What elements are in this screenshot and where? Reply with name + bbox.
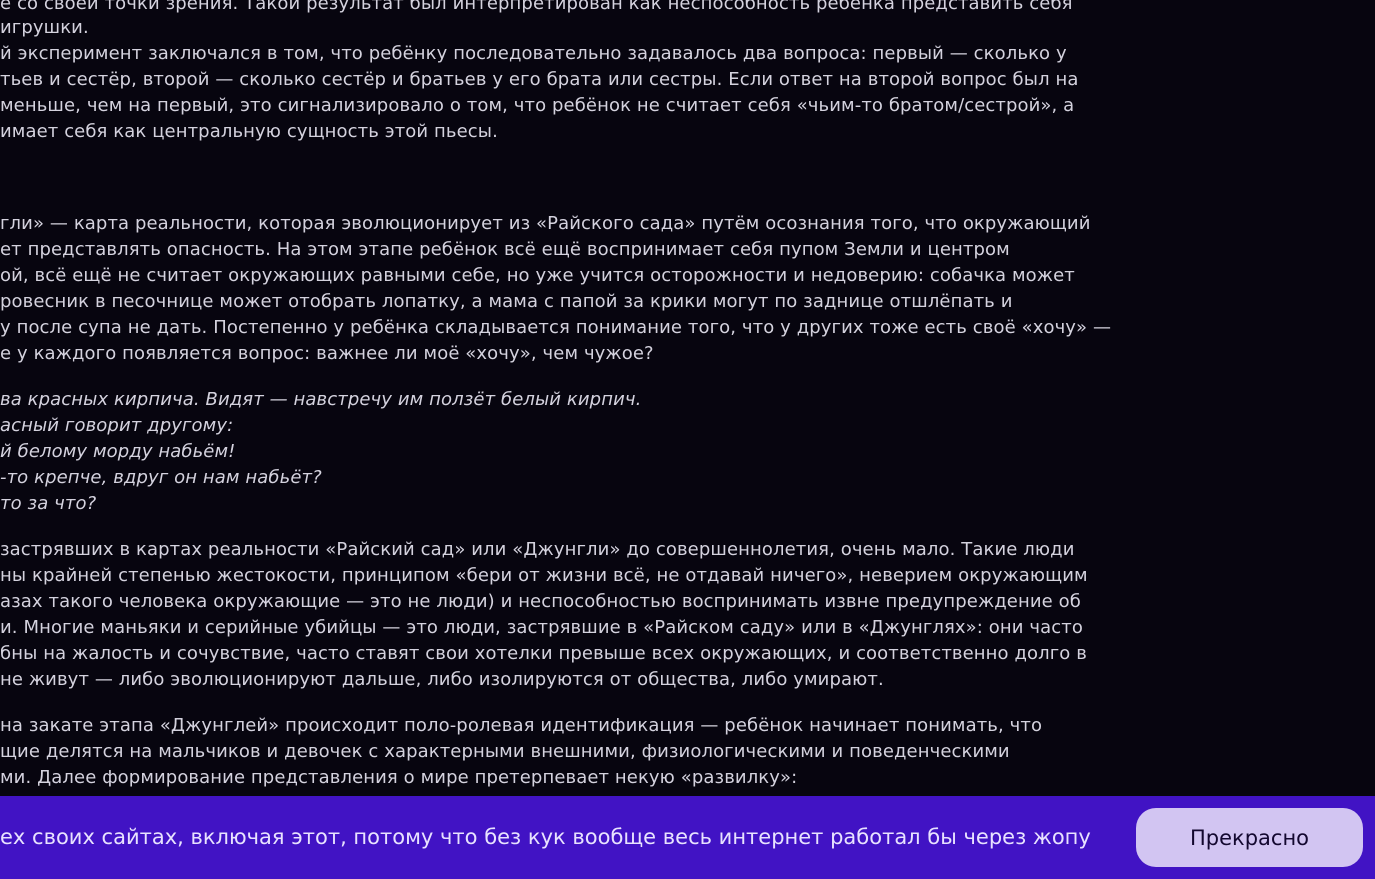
article-line: е со своей точки зрения. Такой результат…	[0, 0, 1073, 14]
article-line: ми. Далее формирование представления о м…	[0, 767, 798, 788]
article-line: ой, всё ещё не считает окружающих равным…	[0, 265, 1075, 286]
article-line: щие делятся на мальчиков и девочек с хар…	[0, 741, 1010, 762]
article-line: ровесник в песочнице может отобрать лопа…	[0, 291, 1013, 312]
article-line: на закате этапа «Джунглей» происходит по…	[0, 715, 1043, 736]
article-line: азах такого человека окружающие — это не…	[0, 591, 1081, 612]
joke-line: то за что?	[0, 493, 97, 514]
article-line: меньше, чем на первый, это сигнализирова…	[0, 95, 1075, 116]
cookie-banner: ех своих сайтах, включая этот, потому чт…	[0, 796, 1375, 879]
article-line: гли» — карта реальности, которая эволюци…	[0, 213, 1091, 234]
article-line: ет представлять опасность. На этом этапе…	[0, 239, 1010, 260]
article-line: е у каждого появляется вопрос: важнее ли…	[0, 343, 654, 364]
article-line: игрушки.	[0, 17, 89, 38]
cookie-notice-text: ех своих сайтах, включая этот, потому чт…	[0, 825, 1091, 849]
article-line: и. Многие маньяки и серийные убийцы — эт…	[0, 617, 1083, 638]
article-line: тьев и сестёр, второй — сколько сестёр и…	[0, 69, 1079, 90]
joke-line: й белому морду набьём!	[0, 441, 236, 462]
article-line: ны крайней степенью жестокости, принципо…	[0, 565, 1088, 586]
article-line: й эксперимент заключался в том, что ребё…	[0, 43, 1067, 64]
joke-line: асный говорит другому:	[0, 415, 234, 436]
article-line: у после супа не дать. Постепенно у ребён…	[0, 317, 1112, 338]
article-body: е со своей точки зрения. Такой результат…	[0, 0, 1375, 879]
article-line: бны на жалость и сочувствие, часто ставя…	[0, 643, 1087, 664]
article-line: не живут — либо эволюционируют дальше, л…	[0, 669, 884, 690]
joke-line: -то крепче, вдруг он нам набьёт?	[0, 467, 322, 488]
article-line: застрявших в картах реальности «Райский …	[0, 539, 1075, 560]
accept-cookies-button[interactable]: Прекрасно	[1136, 808, 1363, 867]
article-line: имает себя как центральную сущность этой…	[0, 121, 498, 142]
joke-line: ва красных кирпича. Видят — навстречу им…	[0, 389, 642, 410]
